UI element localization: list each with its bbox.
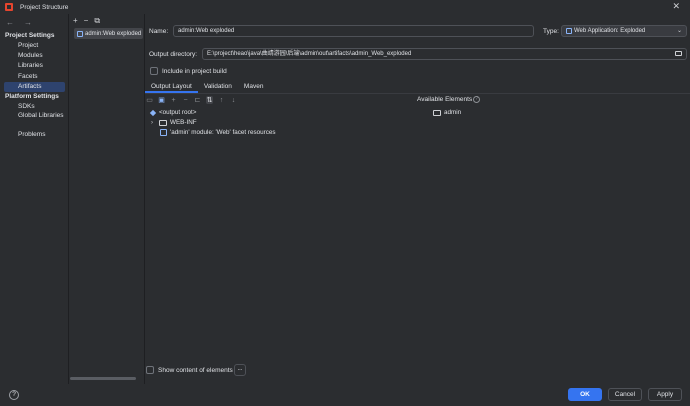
tree-label: <output root> [159, 109, 197, 116]
back-arrow-icon[interactable]: ← [6, 18, 14, 27]
type-select[interactable]: Web Application: Exploded ⌄ [561, 25, 687, 37]
include-in-build-checkbox[interactable] [150, 67, 158, 75]
remove-icon[interactable]: − [84, 16, 89, 26]
available-elements-heading: Available Elements? [417, 96, 481, 104]
sidebar-item-global-libraries[interactable]: Global Libraries [4, 111, 65, 121]
sidebar-item-libraries[interactable]: Libraries [4, 61, 65, 71]
cancel-button[interactable]: Cancel [608, 388, 642, 401]
add-copy-icon[interactable]: ▣ [158, 96, 165, 104]
web-app-icon [566, 28, 572, 34]
module-folder-icon [433, 109, 441, 116]
tree-item-output-root[interactable]: <output root> [149, 109, 197, 116]
project-settings-header: Project Settings [5, 32, 55, 39]
artifacts-list-panel: + − ⧉ admin:Web exploded [69, 14, 144, 384]
show-content-options-button[interactable]: ... [234, 364, 246, 376]
output-dir-value: E:\project\heao\java\曲靖游园\后端\admin\out\a… [207, 51, 412, 57]
chevron-down-icon: ⌄ [676, 28, 682, 34]
browse-folder-icon[interactable] [675, 51, 682, 56]
tab-maven[interactable]: Maven [238, 81, 270, 93]
extract-artifact-icon[interactable]: ⊏ [194, 96, 201, 104]
web-artifact-icon [77, 30, 83, 37]
forward-arrow-icon[interactable]: → [24, 18, 32, 27]
output-root-icon [149, 109, 157, 116]
available-item-admin[interactable]: admin [433, 109, 461, 116]
artifact-label: admin:Web exploded [85, 30, 142, 37]
sidebar-item-artifacts[interactable]: Artifacts [4, 82, 65, 92]
artifact-editor: Name: admin:Web exploded Type: Web Appli… [145, 14, 690, 384]
copy-icon[interactable]: ⧉ [94, 16, 100, 26]
tree-item-web-inf[interactable]: › WEB-INF [151, 119, 197, 126]
tree-label: 'admin' module: 'Web' facet resources [170, 129, 276, 136]
show-content-row: Show content of elements [145, 366, 233, 374]
settings-sidebar: ← → Project Settings Project Modules Lib… [0, 14, 68, 384]
platform-settings-header: Platform Settings [5, 93, 59, 100]
name-field[interactable]: admin:Web exploded [173, 25, 534, 37]
layout-toolbar: ▭ ▣ + − ⊏ ⇅ ↑ ↓ [146, 95, 237, 105]
history-nav: ← → [6, 18, 32, 27]
remove-element-icon[interactable]: − [182, 97, 189, 104]
available-elements-label: Available Elements [417, 96, 473, 104]
type-label: Type: [543, 28, 559, 35]
horizontal-scrollbar[interactable] [70, 377, 136, 380]
output-dir-label: Output directory: [149, 51, 198, 58]
sidebar-item-modules[interactable]: Modules [4, 51, 65, 61]
show-content-label: Show content of elements [158, 366, 233, 374]
dialog-footer: ? OK Cancel Apply [0, 384, 690, 406]
show-content-checkbox[interactable] [146, 366, 154, 374]
window-title: Project Structure [20, 3, 69, 11]
sidebar-item-project[interactable]: Project [4, 41, 65, 51]
name-label: Name: [149, 28, 169, 35]
folder-icon [159, 119, 167, 126]
title-bar: Project Structure ✕ [0, 0, 690, 14]
move-up-icon[interactable]: ↑ [218, 97, 225, 104]
help-button[interactable]: ? [9, 390, 19, 400]
output-dir-field[interactable]: E:\project\heao\java\曲靖游园\后端\admin\out\a… [202, 48, 687, 60]
help-icon[interactable]: ? [473, 96, 481, 103]
tab-validation[interactable]: Validation [198, 81, 238, 93]
chevron-right-icon[interactable]: › [151, 120, 159, 126]
move-down-icon[interactable]: ↓ [230, 97, 237, 104]
close-icon[interactable]: ✕ [672, 1, 680, 12]
tree-label: WEB-INF [170, 119, 197, 126]
intellij-app-icon [5, 3, 13, 11]
sidebar-item-problems[interactable]: Problems [4, 130, 65, 140]
new-directory-icon[interactable]: ▭ [146, 96, 153, 104]
available-label: admin [444, 109, 462, 116]
apply-button[interactable]: Apply [648, 388, 682, 401]
tab-output-layout[interactable]: Output Layout [145, 81, 198, 93]
artifact-list-item[interactable]: admin:Web exploded [74, 28, 143, 39]
add-element-icon[interactable]: + [170, 97, 177, 104]
module-icon [160, 129, 167, 136]
sidebar-item-facets[interactable]: Facets [4, 72, 65, 82]
ok-button[interactable]: OK [568, 388, 602, 401]
artifacts-toolbar: + − ⧉ [73, 16, 100, 26]
sort-icon[interactable]: ⇅ [206, 96, 213, 104]
include-in-build-label: Include in project build [162, 68, 227, 75]
artifact-tabs: Output Layout Validation Maven [145, 81, 269, 93]
tab-divider [145, 93, 690, 94]
add-icon[interactable]: + [73, 16, 78, 26]
tree-item-facet-resources[interactable]: 'admin' module: 'Web' facet resources [160, 129, 276, 136]
type-value: Web Application: Exploded [574, 28, 646, 34]
